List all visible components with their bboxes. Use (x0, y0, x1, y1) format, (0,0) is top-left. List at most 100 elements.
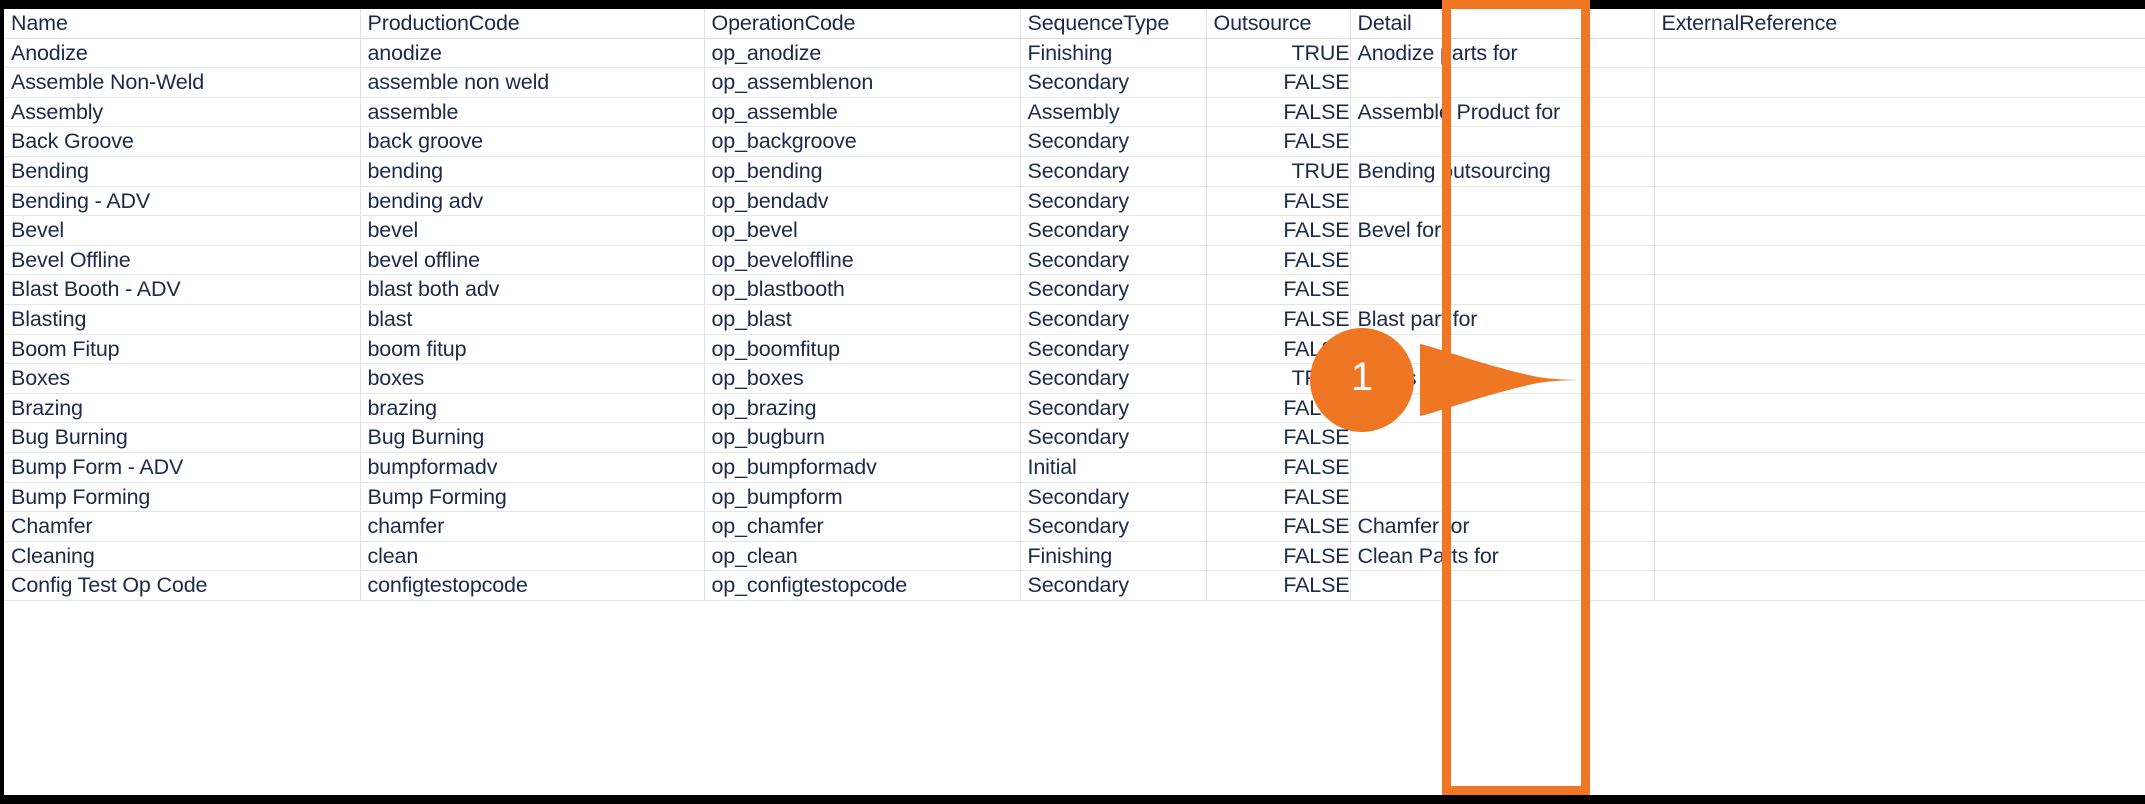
table-row[interactable]: Bump FormingBump Formingop_bumpformSecon… (4, 482, 2145, 512)
cell-external-reference[interactable] (1654, 38, 2145, 68)
column-header-production-code[interactable]: ProductionCode (360, 9, 704, 38)
cell-name[interactable]: Bump Form - ADV (4, 452, 360, 482)
cell-outsource[interactable]: TRUE (1206, 364, 1350, 394)
cell-production-code[interactable]: boom fitup (360, 334, 704, 364)
cell-sequence-type[interactable]: Secondary (1020, 512, 1206, 542)
column-header-name[interactable]: Name (4, 9, 360, 38)
cell-name[interactable]: Blasting (4, 304, 360, 334)
cell-outsource[interactable]: FALSE (1206, 482, 1350, 512)
cell-sequence-type[interactable]: Secondary (1020, 127, 1206, 157)
cell-outsource[interactable]: FALSE (1206, 304, 1350, 334)
cell-sequence-type[interactable]: Assembly (1020, 97, 1206, 127)
table-row[interactable]: Boxesboxesop_boxesSecondaryTRUEBoxes (4, 364, 2145, 394)
table-row[interactable]: Chamferchamferop_chamferSecondaryFALSECh… (4, 512, 2145, 542)
cell-outsource[interactable]: FALSE (1206, 186, 1350, 216)
cell-detail[interactable]: Anodize parts for (1350, 38, 1654, 68)
cell-name[interactable]: Brazing (4, 393, 360, 423)
cell-outsource[interactable]: FALSE (1206, 245, 1350, 275)
cell-sequence-type[interactable]: Secondary (1020, 393, 1206, 423)
column-header-detail[interactable]: Detail (1350, 9, 1654, 38)
spreadsheet-surface[interactable]: NameProductionCodeOperationCodeSequenceT… (4, 9, 2145, 795)
cell-outsource[interactable]: FALSE (1206, 423, 1350, 453)
cell-production-code[interactable]: configtestopcode (360, 571, 704, 601)
cell-outsource[interactable]: FALSE (1206, 452, 1350, 482)
cell-external-reference[interactable] (1654, 68, 2145, 98)
cell-production-code[interactable]: blast both adv (360, 275, 704, 305)
cell-sequence-type[interactable]: Secondary (1020, 245, 1206, 275)
cell-sequence-type[interactable]: Secondary (1020, 423, 1206, 453)
cell-sequence-type[interactable]: Secondary (1020, 275, 1206, 305)
cell-detail[interactable] (1350, 186, 1654, 216)
cell-sequence-type[interactable]: Secondary (1020, 571, 1206, 601)
cell-name[interactable]: Bevel Offline (4, 245, 360, 275)
cell-name[interactable]: Bevel (4, 216, 360, 246)
cell-detail[interactable] (1350, 334, 1654, 364)
cell-operation-code[interactable]: op_assemble (704, 97, 1020, 127)
cell-external-reference[interactable] (1654, 186, 2145, 216)
cell-detail[interactable] (1350, 127, 1654, 157)
cell-name[interactable]: Bending (4, 156, 360, 186)
cell-external-reference[interactable] (1654, 393, 2145, 423)
table-row[interactable]: Bendingbendingop_bendingSecondaryTRUEBen… (4, 156, 2145, 186)
cell-name[interactable]: Boom Fitup (4, 334, 360, 364)
cell-outsource[interactable]: FALSE (1206, 68, 1350, 98)
cell-outsource[interactable]: FALSE (1206, 275, 1350, 305)
cell-detail[interactable] (1350, 571, 1654, 601)
cell-production-code[interactable]: Bug Burning (360, 423, 704, 453)
cell-detail[interactable]: Clean Parts for (1350, 541, 1654, 571)
table-row[interactable]: Bump Form - ADVbumpformadvop_bumpformadv… (4, 452, 2145, 482)
cell-operation-code[interactable]: op_bumpformadv (704, 452, 1020, 482)
cell-external-reference[interactable] (1654, 156, 2145, 186)
cell-external-reference[interactable] (1654, 541, 2145, 571)
cell-operation-code[interactable]: op_blast (704, 304, 1020, 334)
cell-name[interactable]: Bending - ADV (4, 186, 360, 216)
cell-name[interactable]: Blast Booth - ADV (4, 275, 360, 305)
cell-operation-code[interactable]: op_backgroove (704, 127, 1020, 157)
cell-sequence-type[interactable]: Secondary (1020, 186, 1206, 216)
cell-name[interactable]: Assembly (4, 97, 360, 127)
table-row[interactable]: Bug BurningBug Burningop_bugburnSecondar… (4, 423, 2145, 453)
cell-detail[interactable]: Bending outsourcing (1350, 156, 1654, 186)
cell-production-code[interactable]: chamfer (360, 512, 704, 542)
cell-outsource[interactable]: FALSE (1206, 334, 1350, 364)
cell-production-code[interactable]: clean (360, 541, 704, 571)
table-row[interactable]: Config Test Op Codeconfigtestopcodeop_co… (4, 571, 2145, 601)
cell-operation-code[interactable]: op_assemblenon (704, 68, 1020, 98)
cell-operation-code[interactable]: op_anodize (704, 38, 1020, 68)
table-row[interactable]: Assemblyassembleop_assembleAssemblyFALSE… (4, 97, 2145, 127)
cell-detail[interactable]: Boxes (1350, 364, 1654, 394)
cell-operation-code[interactable]: op_bumpform (704, 482, 1020, 512)
cell-external-reference[interactable] (1654, 275, 2145, 305)
cell-sequence-type[interactable]: Initial (1020, 452, 1206, 482)
cell-outsource[interactable]: FALSE (1206, 541, 1350, 571)
cell-external-reference[interactable] (1654, 364, 2145, 394)
cell-external-reference[interactable] (1654, 97, 2145, 127)
cell-operation-code[interactable]: op_boxes (704, 364, 1020, 394)
cell-sequence-type[interactable]: Secondary (1020, 334, 1206, 364)
cell-outsource[interactable]: FALSE (1206, 571, 1350, 601)
cell-detail[interactable] (1350, 452, 1654, 482)
cell-production-code[interactable]: boxes (360, 364, 704, 394)
cell-sequence-type[interactable]: Secondary (1020, 156, 1206, 186)
cell-production-code[interactable]: Bump Forming (360, 482, 704, 512)
cell-operation-code[interactable]: op_bending (704, 156, 1020, 186)
table-row[interactable]: Bevel Offlinebevel offlineop_bevelofflin… (4, 245, 2145, 275)
table-row[interactable]: Blastingblastop_blastSecondaryFALSEBlast… (4, 304, 2145, 334)
cell-detail[interactable]: Chamfer for (1350, 512, 1654, 542)
cell-name[interactable]: Back Groove (4, 127, 360, 157)
cell-external-reference[interactable] (1654, 334, 2145, 364)
cell-operation-code[interactable]: op_bendadv (704, 186, 1020, 216)
cell-operation-code[interactable]: op_boomfitup (704, 334, 1020, 364)
cell-sequence-type[interactable]: Secondary (1020, 364, 1206, 394)
cell-production-code[interactable]: bumpformadv (360, 452, 704, 482)
cell-name[interactable]: Boxes (4, 364, 360, 394)
cell-external-reference[interactable] (1654, 423, 2145, 453)
table-row[interactable]: Bending - ADVbending advop_bendadvSecond… (4, 186, 2145, 216)
cell-outsource[interactable]: TRUE (1206, 156, 1350, 186)
cell-detail[interactable] (1350, 423, 1654, 453)
cell-detail[interactable]: Bevel for (1350, 216, 1654, 246)
cell-name[interactable]: Bug Burning (4, 423, 360, 453)
cell-external-reference[interactable] (1654, 304, 2145, 334)
cell-operation-code[interactable]: op_bevel (704, 216, 1020, 246)
cell-name[interactable]: Bump Forming (4, 482, 360, 512)
